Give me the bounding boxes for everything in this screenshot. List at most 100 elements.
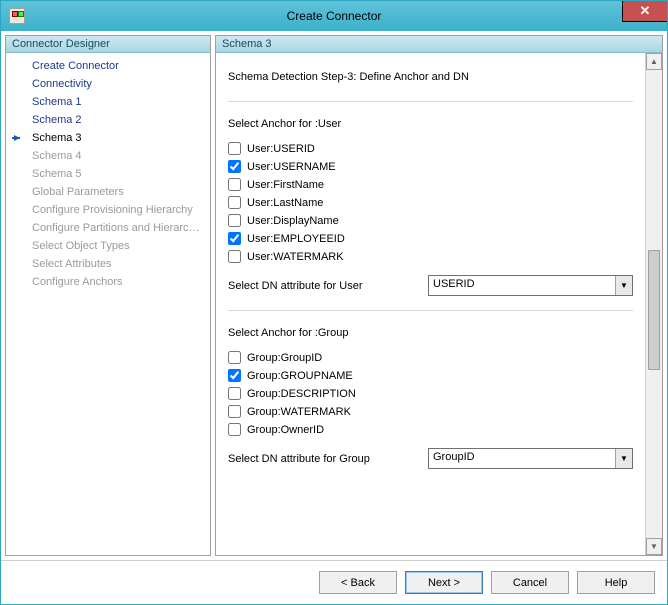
user-anchor-checkbox-row[interactable]: User:FirstName	[228, 178, 633, 191]
user-anchor-checkbox[interactable]	[228, 142, 241, 155]
sidebar-item-schema-4: Schema 4	[8, 147, 208, 165]
user-dn-value: USERID	[429, 276, 615, 295]
user-anchor-checkbox-label: User:EMPLOYEEID	[247, 233, 345, 245]
user-dn-label: Select DN attribute for User	[228, 280, 420, 292]
footer: < Back Next > Cancel Help	[1, 560, 667, 604]
group-anchor-checkbox[interactable]	[228, 351, 241, 364]
sidebar-item-label: Select Attributes	[32, 258, 112, 270]
window: Create Connector ✕ Connector Designer Cr…	[0, 0, 668, 605]
group-anchor-checkbox-row[interactable]: Group:GROUPNAME	[228, 369, 633, 382]
back-button[interactable]: < Back	[319, 571, 397, 594]
user-anchor-checkbox-label: User:DisplayName	[247, 215, 339, 227]
user-anchor-checkbox-row[interactable]: User:EMPLOYEEID	[228, 232, 633, 245]
user-anchor-checkbox-label: User:USERNAME	[247, 161, 336, 173]
group-anchor-checkbox[interactable]	[228, 387, 241, 400]
group-anchor-checkbox-label: Group:WATERMARK	[247, 406, 351, 418]
user-anchor-checkbox-row[interactable]: User:USERNAME	[228, 160, 633, 173]
user-anchor-label: Select Anchor for :User	[228, 118, 633, 130]
next-button[interactable]: Next >	[405, 571, 483, 594]
separator	[228, 101, 633, 102]
group-anchor-checkbox-label: Group:OwnerID	[247, 424, 324, 436]
sidebar-item-label: Schema 3	[32, 132, 82, 144]
user-anchor-checkbox-label: User:WATERMARK	[247, 251, 344, 263]
user-anchor-checkbox[interactable]	[228, 250, 241, 263]
group-anchor-checkbox-row[interactable]: Group:WATERMARK	[228, 405, 633, 418]
group-anchor-checkbox[interactable]	[228, 423, 241, 436]
scroll-up-button[interactable]: ▲	[646, 53, 662, 70]
user-anchor-checkbox[interactable]	[228, 232, 241, 245]
sidebar-item-schema-2[interactable]: Schema 2	[8, 111, 208, 129]
main-panel: Schema 3 Schema Detection Step-3: Define…	[215, 35, 663, 556]
user-anchor-checkbox[interactable]	[228, 160, 241, 173]
separator	[228, 310, 633, 311]
group-anchor-checkbox-label: Group:GroupID	[247, 352, 322, 364]
user-anchor-checkbox-label: User:FirstName	[247, 179, 324, 191]
sidebar-item-label: Configure Anchors	[32, 276, 123, 288]
sidebar-item-label: Connectivity	[32, 78, 92, 90]
sidebar-header: Connector Designer	[6, 36, 210, 53]
user-anchor-checkbox-row[interactable]: User:LastName	[228, 196, 633, 209]
sidebar-item-label: Configure Provisioning Hierarchy	[32, 204, 193, 216]
vertical-scrollbar[interactable]: ▲ ▼	[645, 53, 662, 555]
main-body-wrap: Schema Detection Step-3: Define Anchor a…	[216, 53, 662, 555]
group-anchor-checkbox-row[interactable]: Group:DESCRIPTION	[228, 387, 633, 400]
user-anchor-checkbox-row[interactable]: User:DisplayName	[228, 214, 633, 227]
scroll-down-button[interactable]: ▼	[646, 538, 662, 555]
body: Connector Designer Create Connector Conne…	[1, 31, 667, 560]
group-dn-label: Select DN attribute for Group	[228, 453, 420, 465]
group-anchor-label: Select Anchor for :Group	[228, 327, 633, 339]
sidebar-nav: Create Connector Connectivity Schema 1 Sche…	[6, 53, 210, 555]
group-anchor-checkboxes: Group:GroupID Group:GROUPNAME Group:DESCRI…	[228, 351, 633, 436]
user-dn-combo[interactable]: USERID ▼	[428, 275, 633, 296]
sidebar-item-select-attributes: Select Attributes	[8, 255, 208, 273]
sidebar-item-configure-anchors: Configure Anchors	[8, 273, 208, 291]
group-anchor-checkbox-row[interactable]: Group:GroupID	[228, 351, 633, 364]
window-title: Create Connector	[1, 9, 667, 23]
group-anchor-checkbox-row[interactable]: Group:OwnerID	[228, 423, 633, 436]
group-dn-value: GroupID	[429, 449, 615, 468]
sidebar-item-label: Global Parameters	[32, 186, 124, 198]
main-header: Schema 3	[216, 36, 662, 53]
titlebar[interactable]: Create Connector ✕	[1, 1, 667, 31]
close-icon: ✕	[640, 3, 651, 19]
user-dn-row: Select DN attribute for User USERID ▼	[228, 275, 633, 296]
main-content: Schema Detection Step-3: Define Anchor a…	[216, 53, 645, 555]
user-anchor-checkbox-row[interactable]: User:WATERMARK	[228, 250, 633, 263]
sidebar-item-label: Schema 4	[32, 150, 82, 162]
sidebar: Connector Designer Create Connector Conne…	[5, 35, 211, 556]
group-dn-combo[interactable]: GroupID ▼	[428, 448, 633, 469]
sidebar-item-configure-provisioning-hierarchy: Configure Provisioning Hierarchy	[8, 201, 208, 219]
user-anchor-checkbox[interactable]	[228, 214, 241, 227]
sidebar-item-label: Select Object Types	[32, 240, 130, 252]
group-anchor-checkbox[interactable]	[228, 369, 241, 382]
sidebar-item-schema-1[interactable]: Schema 1	[8, 93, 208, 111]
group-anchor-checkbox-label: Group:DESCRIPTION	[247, 388, 356, 400]
group-anchor-checkbox-label: Group:GROUPNAME	[247, 370, 353, 382]
group-anchor-checkbox[interactable]	[228, 405, 241, 418]
user-anchor-checkbox[interactable]	[228, 178, 241, 191]
sidebar-item-label: Schema 5	[32, 168, 82, 180]
sidebar-item-select-object-types: Select Object Types	[8, 237, 208, 255]
step-title: Schema Detection Step-3: Define Anchor a…	[228, 71, 633, 83]
chevron-down-icon[interactable]: ▼	[615, 276, 632, 295]
user-anchor-checkbox-row[interactable]: User:USERID	[228, 142, 633, 155]
sidebar-item-schema-3[interactable]: Schema 3	[8, 129, 208, 147]
sidebar-item-label: Schema 1	[32, 96, 82, 108]
help-button[interactable]: Help	[577, 571, 655, 594]
user-anchor-checkbox[interactable]	[228, 196, 241, 209]
user-anchor-checkbox-label: User:LastName	[247, 197, 323, 209]
sidebar-item-schema-5: Schema 5	[8, 165, 208, 183]
chevron-down-icon[interactable]: ▼	[615, 449, 632, 468]
sidebar-item-label: Create Connector	[32, 60, 119, 72]
sidebar-item-configure-partitions-and-hierarchies: Configure Partitions and Hierarchies	[8, 219, 208, 237]
scroll-thumb[interactable]	[648, 250, 660, 370]
sidebar-item-label: Configure Partitions and Hierarchies	[32, 222, 208, 234]
user-anchor-checkboxes: User:USERID User:USERNAME User:FirstName Us…	[228, 142, 633, 263]
group-dn-row: Select DN attribute for Group GroupID ▼	[228, 448, 633, 469]
sidebar-item-label: Schema 2	[32, 114, 82, 126]
sidebar-item-connectivity[interactable]: Connectivity	[8, 75, 208, 93]
close-button[interactable]: ✕	[622, 1, 667, 22]
cancel-button[interactable]: Cancel	[491, 571, 569, 594]
sidebar-item-create-connector[interactable]: Create Connector	[8, 57, 208, 75]
scroll-track[interactable]	[646, 70, 662, 538]
